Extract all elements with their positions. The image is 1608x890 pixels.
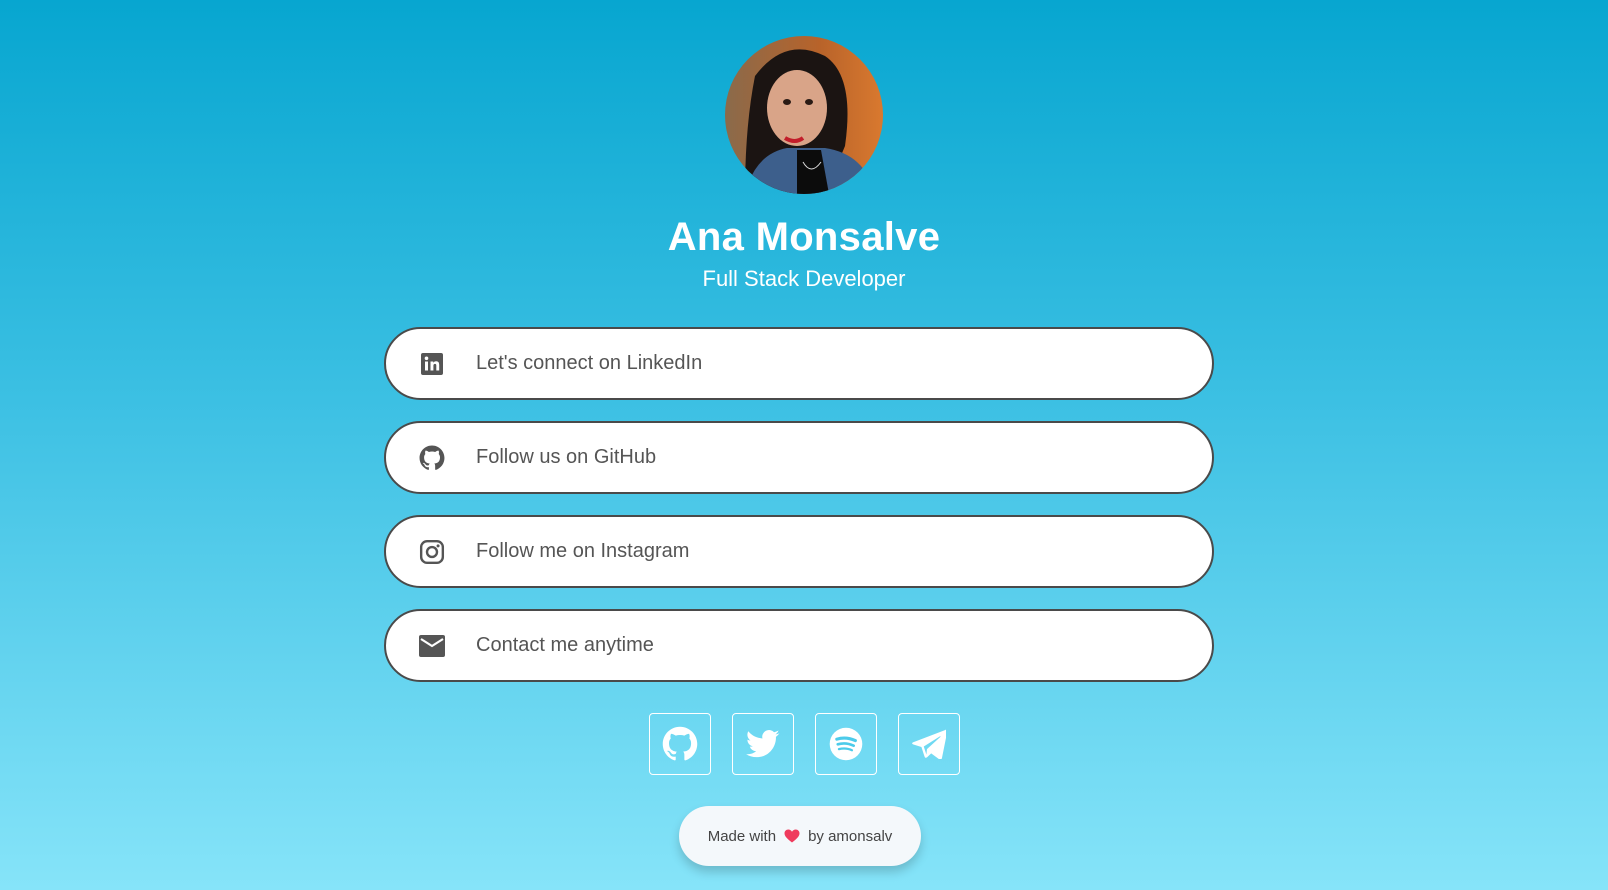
footer-suffix: by amonsalv bbox=[808, 827, 893, 845]
mail-icon bbox=[418, 632, 446, 660]
avatar bbox=[725, 36, 883, 194]
linkedin-icon bbox=[418, 350, 446, 378]
profile-name: Ana Monsalve bbox=[667, 215, 941, 259]
link-label: Follow me on Instagram bbox=[476, 540, 690, 562]
github-icon bbox=[662, 726, 697, 761]
profile-header: Ana Monsalve Full Stack Developer bbox=[0, 36, 1608, 292]
link-label: Follow us on GitHub bbox=[476, 446, 657, 468]
spotify-social-button[interactable] bbox=[814, 713, 877, 775]
email-link-button[interactable]: Contact me anytime bbox=[384, 609, 1214, 682]
footer-prefix: Made with bbox=[707, 827, 777, 845]
twitter-icon bbox=[745, 729, 779, 758]
telegram-social-button[interactable] bbox=[897, 713, 960, 775]
instagram-icon bbox=[418, 538, 446, 566]
link-label: Contact me anytime bbox=[476, 634, 654, 656]
avatar-photo bbox=[725, 36, 883, 194]
link-label: Let's connect on LinkedIn bbox=[476, 352, 703, 374]
telegram-icon bbox=[911, 729, 946, 759]
github-link-button[interactable]: Follow us on GitHub bbox=[384, 421, 1214, 494]
footer-badge: Made with by amonsalv bbox=[679, 806, 921, 866]
twitter-social-button[interactable] bbox=[731, 713, 794, 775]
heart-icon bbox=[784, 829, 800, 843]
github-icon bbox=[418, 444, 446, 472]
profile-title: Full Stack Developer bbox=[702, 266, 906, 291]
link-list: Let's connect on LinkedIn Follow us on G… bbox=[384, 327, 1214, 703]
spotify-icon bbox=[829, 727, 862, 761]
instagram-link-button[interactable]: Follow me on Instagram bbox=[384, 515, 1214, 588]
linkedin-link-button[interactable]: Let's connect on LinkedIn bbox=[384, 327, 1214, 400]
social-icons-row bbox=[0, 713, 1608, 775]
github-social-button[interactable] bbox=[648, 713, 711, 775]
